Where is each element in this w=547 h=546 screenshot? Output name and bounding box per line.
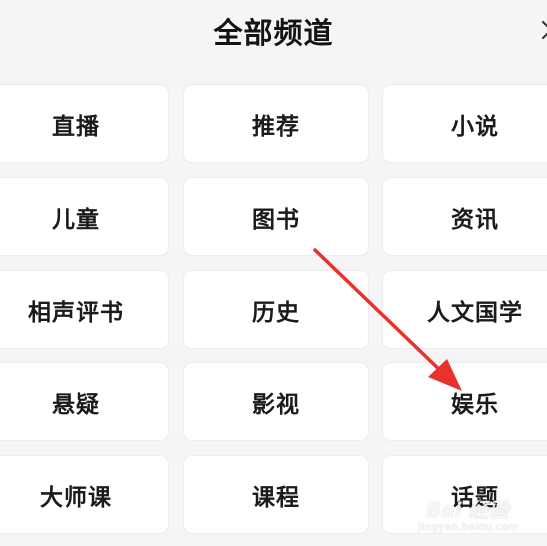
channel-tile-humanities[interactable]: 人文国学 [383, 271, 547, 348]
channel-tile-masterclass[interactable]: 大师课 [0, 456, 168, 533]
channel-tile-courses[interactable]: 课程 [184, 456, 368, 533]
channel-tile-topics[interactable]: 话题 [383, 456, 547, 533]
channel-tile-crosstalk[interactable]: 相声评书 [0, 271, 168, 348]
channel-tile-history[interactable]: 历史 [184, 271, 368, 348]
page-title: 全部频道 [213, 16, 334, 50]
channel-tile-recommend[interactable]: 推荐 [184, 85, 368, 162]
channel-tile-suspense[interactable]: 悬疑 [0, 363, 168, 440]
header: 全部频道 [0, 0, 547, 64]
channel-tile-film[interactable]: 影视 [184, 363, 368, 440]
channel-tile-live[interactable]: 直播 [0, 85, 168, 162]
channel-tile-novel[interactable]: 小说 [383, 85, 547, 162]
channel-tile-news[interactable]: 资讯 [383, 178, 547, 255]
close-icon[interactable] [539, 18, 547, 42]
channel-tile-children[interactable]: 儿童 [0, 178, 168, 255]
channel-tile-entertainment[interactable]: 娱乐 [383, 363, 547, 440]
channel-tile-books[interactable]: 图书 [184, 178, 368, 255]
